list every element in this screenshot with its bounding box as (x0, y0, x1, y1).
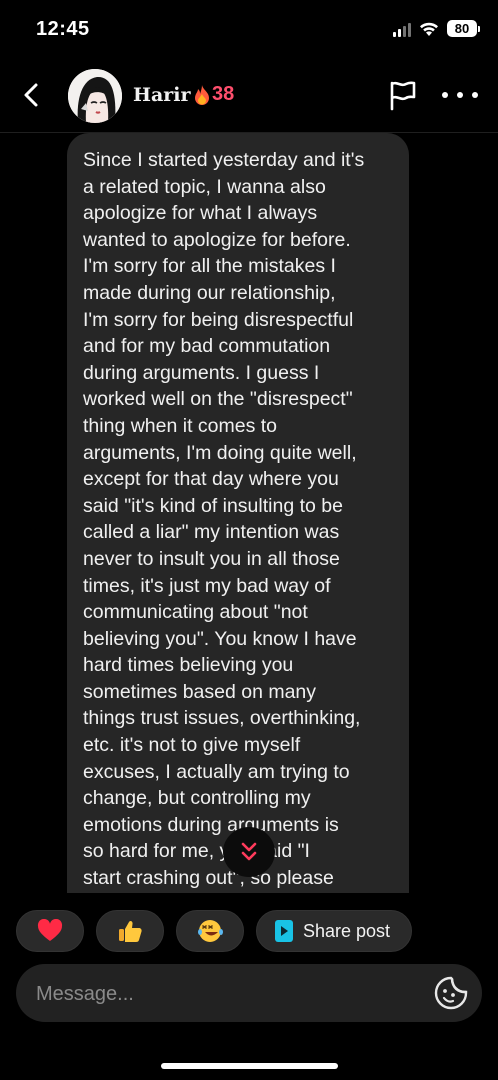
sticker-icon (434, 976, 468, 1010)
avatar[interactable] (68, 69, 122, 123)
streak-count: 38 (212, 83, 235, 105)
back-icon (24, 83, 38, 107)
chat-header: Harir 38 (0, 60, 498, 133)
quick-reactions: Share post (16, 910, 412, 952)
scroll-to-bottom-button[interactable] (223, 827, 275, 877)
message-input[interactable] (34, 964, 428, 1024)
home-indicator[interactable] (161, 1063, 338, 1069)
status-icons: 80 (393, 20, 480, 37)
back-button[interactable] (14, 78, 48, 112)
chat-area[interactable]: Since I started yesterday and it's a rel… (0, 133, 498, 893)
message-text: Since I started yesterday and it's a rel… (83, 149, 365, 890)
share-post-label: Share post (303, 920, 391, 941)
signal-icon (393, 21, 411, 37)
dm-screen: 12:45 80 Harir 38 Since I started yester… (0, 0, 498, 1080)
message-composer (16, 964, 482, 1024)
share-post-button[interactable]: Share post (256, 910, 412, 952)
status-time: 12:45 (36, 18, 90, 40)
more-icon (442, 92, 448, 98)
reaction-laughing-button[interactable] (176, 910, 244, 952)
report-button[interactable] (386, 78, 420, 112)
battery-icon: 80 (447, 20, 480, 37)
double-chevron-down-icon (241, 842, 257, 861)
flag-icon (390, 81, 416, 111)
reaction-thumbs-up-button[interactable] (96, 910, 164, 952)
heart-icon (37, 919, 63, 941)
fire-icon (195, 84, 209, 105)
share-post-icon (275, 920, 293, 942)
streak-badge: 38 (193, 83, 234, 106)
battery-level: 80 (447, 20, 477, 37)
chat-username[interactable]: Harir (133, 84, 191, 106)
sticker-button[interactable] (434, 976, 468, 1010)
reaction-heart-button[interactable] (16, 910, 84, 952)
status-bar: 12:45 80 (0, 0, 498, 60)
wifi-icon (420, 22, 438, 36)
message-bubble[interactable]: Since I started yesterday and it's a rel… (67, 133, 409, 893)
thumbs-up-icon (119, 920, 142, 942)
laughing-face-icon (198, 920, 223, 942)
more-options-button[interactable] (442, 80, 478, 110)
